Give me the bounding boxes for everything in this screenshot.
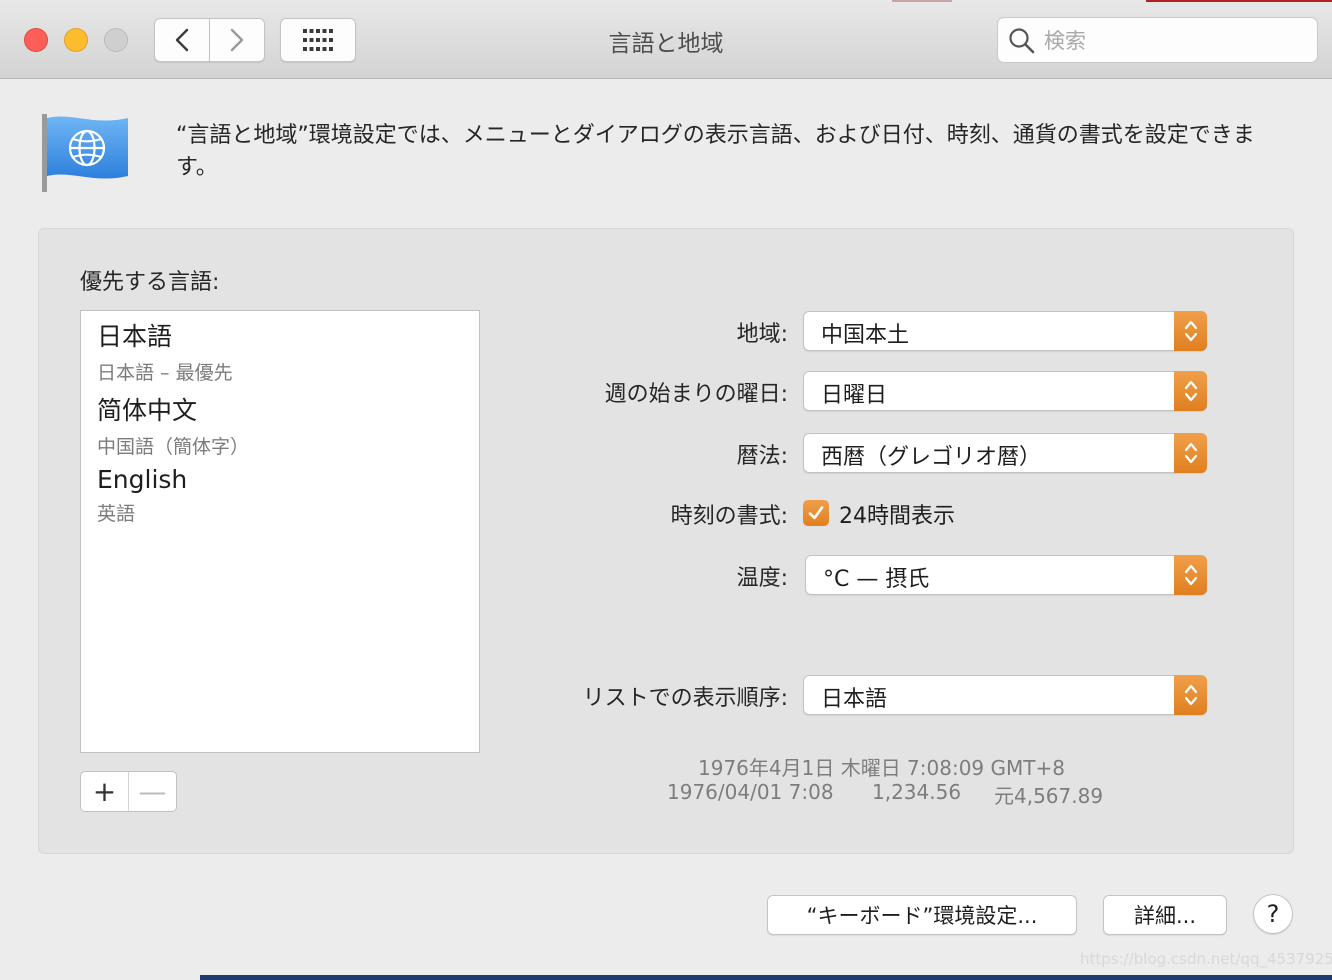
language-subtitle: 中国語（簡体字）: [97, 436, 250, 458]
checkmark-icon: [808, 506, 824, 520]
sample-short-date: 1976/04/01 7:08: [667, 780, 834, 804]
temperature-popup[interactable]: °C — 摂氏: [805, 555, 1207, 595]
first-day-label: 週の始まりの曜日:: [604, 382, 788, 407]
chevron-updown-icon: [1174, 555, 1207, 595]
search-field[interactable]: [997, 17, 1318, 63]
calendar-label: 暦法:: [736, 444, 788, 469]
list-sort-label: リストでの表示順序:: [582, 686, 788, 711]
first-day-value: 日曜日: [821, 383, 888, 408]
list-item[interactable]: 简体中文 中国語（簡体字）: [97, 391, 249, 459]
chevron-updown-icon: [1174, 371, 1207, 411]
list-item[interactable]: 日本語 日本語 – 最優先: [97, 317, 233, 385]
list-item[interactable]: English 英語: [97, 465, 187, 526]
sample-number: 1,234.56: [872, 780, 962, 804]
show-all-button[interactable]: [280, 18, 356, 62]
window-title: 言語と地域: [608, 31, 724, 57]
list-sort-value: 日本語: [821, 687, 888, 712]
grid-icon: [303, 29, 333, 51]
chevron-updown-icon: [1174, 433, 1207, 473]
time-format-label: 時刻の書式:: [670, 504, 788, 529]
language-name: 日本語: [97, 322, 173, 351]
background-window-edge: [892, 0, 952, 2]
search-input[interactable]: [1042, 24, 1306, 58]
minimize-window-button[interactable]: [64, 28, 88, 52]
pane-description: “言語と地域”環境設定では、メニューとダイアログの表示言語、および日付、時刻、通…: [176, 123, 1255, 180]
calendar-value: 西暦（グレゴリオ暦）: [821, 445, 1042, 470]
desktop-strip: [200, 975, 1332, 980]
keyboard-preferences-button[interactable]: “キーボード”環境設定...: [767, 895, 1077, 935]
add-remove-segmented-control: + —: [80, 771, 177, 812]
watermark: https://blog.csdn.net/qq_45379253: [1080, 950, 1332, 968]
title-bar: 言語と地域: [0, 0, 1332, 79]
system-preferences-window: 言語と地域 “言語と地域”環境設定では、メニューとダイアログの表示言語: [0, 0, 1332, 980]
forward-button[interactable]: [209, 18, 265, 62]
24-hour-checkbox-label[interactable]: 24時間表示: [839, 498, 955, 530]
language-subtitle: 英語: [97, 503, 136, 525]
temperature-label: 温度:: [736, 566, 788, 591]
region-label: 地域:: [736, 322, 788, 347]
chevron-updown-icon: [1174, 311, 1207, 351]
language-name: 简体中文: [97, 396, 198, 425]
chevron-updown-icon: [1174, 675, 1207, 715]
language-name: English: [97, 465, 188, 494]
24-hour-checkbox[interactable]: [803, 500, 829, 526]
first-day-popup[interactable]: 日曜日: [803, 371, 1207, 411]
preferred-languages-label: 優先する言語:: [80, 270, 220, 295]
chevron-left-icon: [175, 28, 189, 52]
add-language-button[interactable]: +: [81, 772, 128, 811]
language-subtitle: 日本語 – 最優先: [97, 362, 233, 384]
chevron-right-icon: [230, 28, 244, 52]
close-window-button[interactable]: [24, 28, 48, 52]
region-popup[interactable]: 中国本土: [803, 311, 1207, 351]
sample-currency: 元4,567.89: [994, 784, 1104, 808]
globe-flag-icon: [42, 114, 128, 192]
list-sort-popup[interactable]: 日本語: [803, 675, 1207, 715]
search-icon: [1009, 28, 1035, 54]
sample-long-date: 1976年4月1日 木曜日 7:08:09 GMT+8: [698, 756, 1065, 780]
desktop-strip: [0, 975, 200, 980]
temperature-value: °C — 摂氏: [823, 567, 930, 592]
advanced-button[interactable]: 詳細...: [1103, 895, 1227, 935]
back-button[interactable]: [154, 18, 210, 62]
remove-language-button[interactable]: —: [128, 772, 176, 811]
zoom-window-button[interactable]: [104, 28, 128, 52]
background-window-edge: [1146, 0, 1332, 2]
help-button[interactable]: ?: [1253, 894, 1293, 934]
calendar-popup[interactable]: 西暦（グレゴリオ暦）: [803, 433, 1207, 473]
region-value: 中国本土: [821, 323, 910, 348]
